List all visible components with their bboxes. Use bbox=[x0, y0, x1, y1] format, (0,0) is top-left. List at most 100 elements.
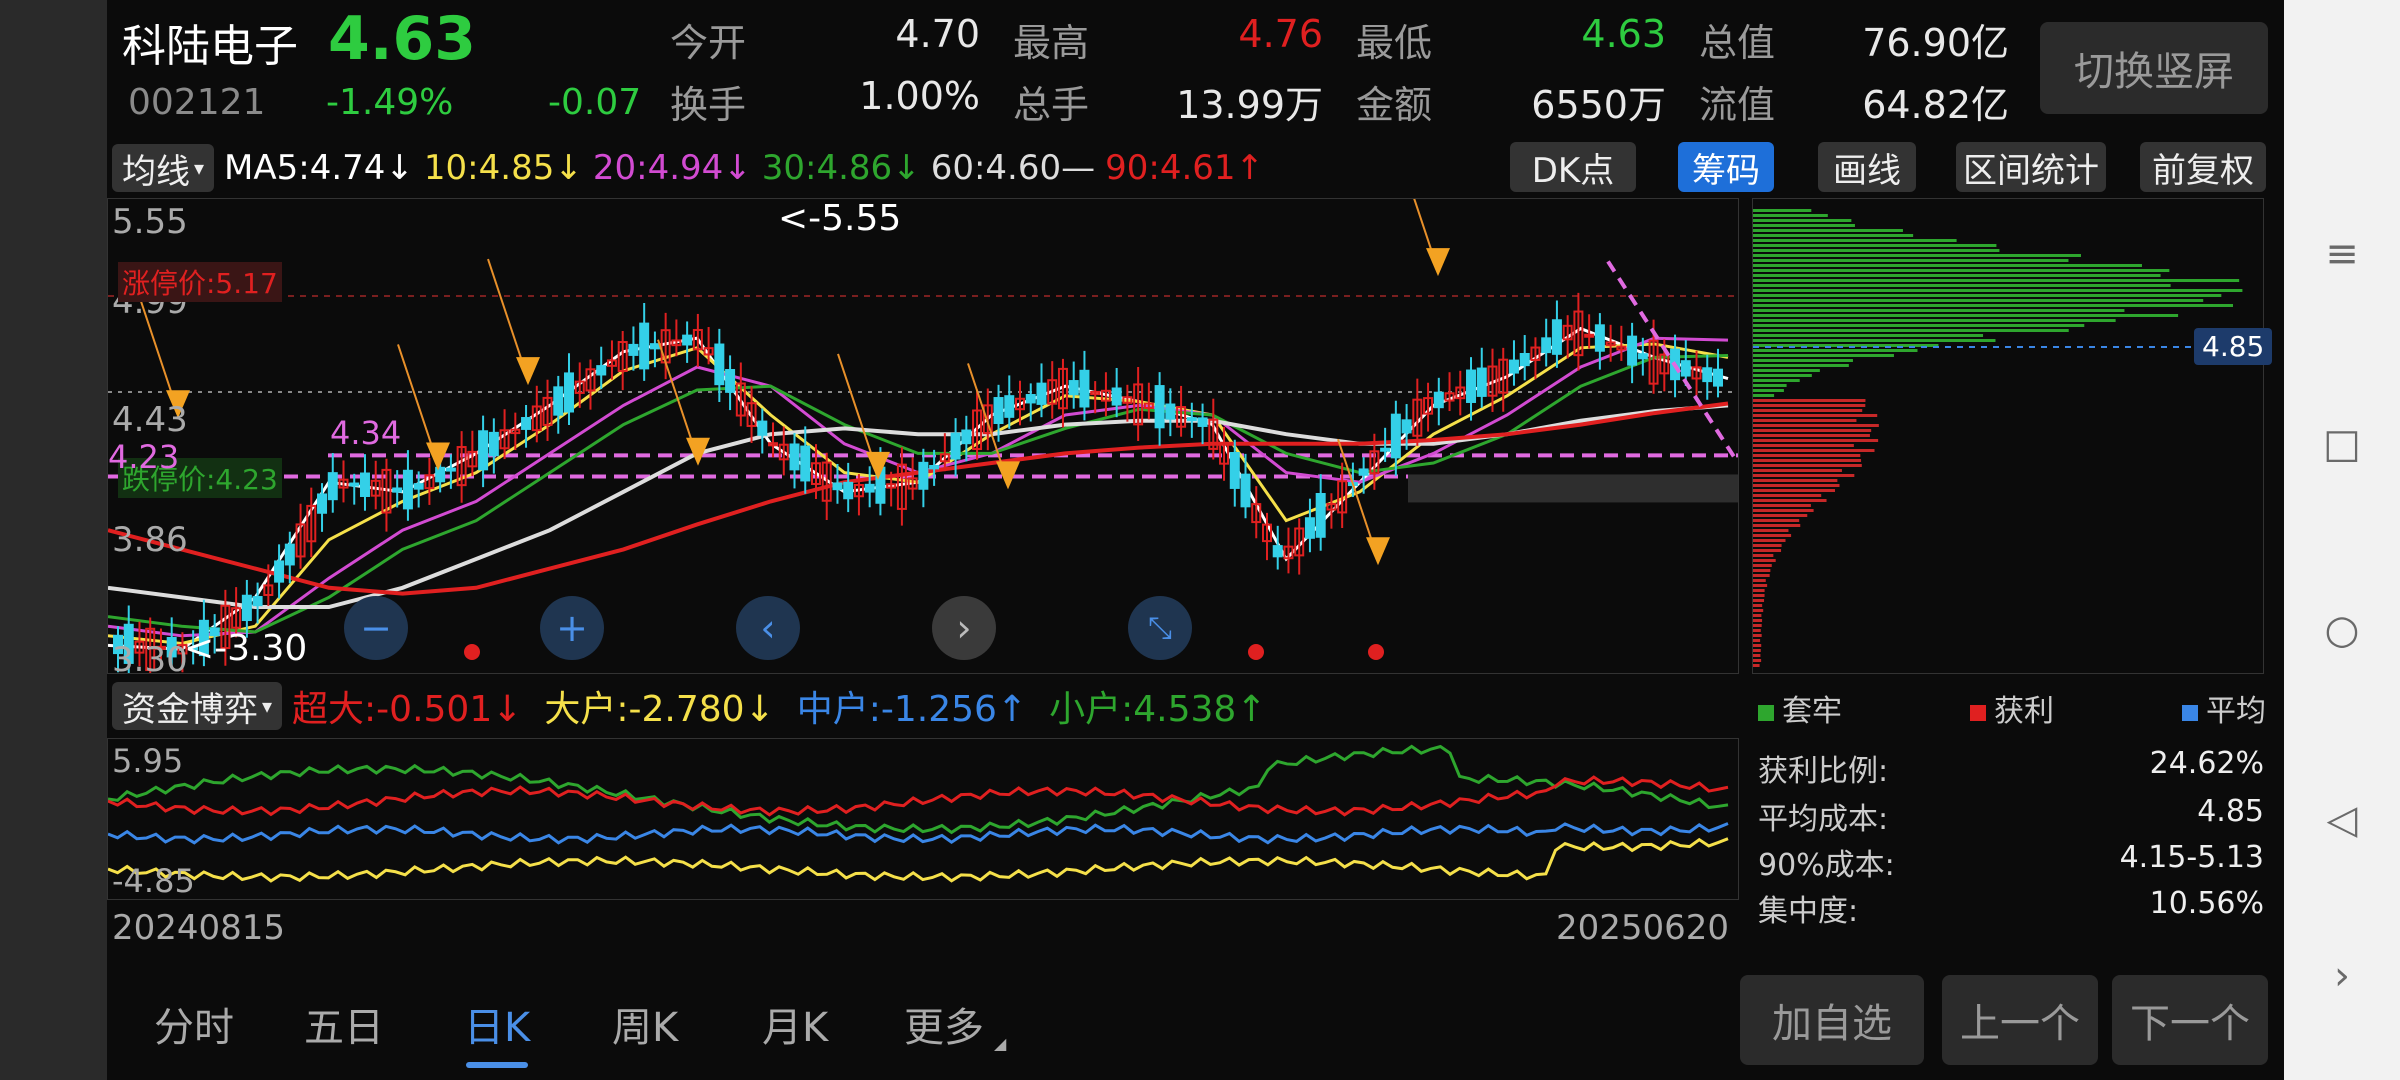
chip-bar bbox=[1753, 304, 2233, 307]
chart-tool-button[interactable]: 画线 bbox=[1818, 142, 1916, 192]
chip-bar bbox=[1753, 574, 1770, 577]
candle-body bbox=[1508, 359, 1519, 374]
chevron-left-icon: ‹ bbox=[760, 606, 776, 650]
ma-value: MA5:4.74↓ bbox=[224, 148, 414, 188]
candle-body bbox=[1068, 380, 1079, 396]
chip-bar bbox=[1753, 639, 1761, 642]
chart-tool-button[interactable]: 筹码 bbox=[1678, 142, 1774, 192]
chip-bar bbox=[1753, 309, 2125, 312]
chip-bar bbox=[1753, 264, 2142, 267]
signal-dot bbox=[464, 644, 480, 660]
date-end: 20250620 bbox=[1556, 908, 1730, 948]
zoom-out-button[interactable]: − bbox=[344, 596, 408, 660]
menu-icon[interactable]: ≡ bbox=[2312, 224, 2372, 284]
limit-up-label: 涨停价:5.17 bbox=[118, 262, 282, 302]
home-icon[interactable]: ○ bbox=[2312, 600, 2372, 660]
chip-bar bbox=[1753, 389, 1784, 392]
tab-daily-k[interactable]: 日K bbox=[464, 995, 530, 1053]
candle-body bbox=[1111, 387, 1122, 406]
scroll-right-button[interactable]: › bbox=[932, 596, 996, 660]
chip-bar bbox=[1753, 634, 1762, 637]
chip-bar bbox=[1753, 359, 1853, 362]
candle-body bbox=[1627, 335, 1638, 366]
date-start: 20240815 bbox=[112, 908, 286, 948]
fund-y-bottom: -4.85 bbox=[112, 862, 195, 900]
candle-body bbox=[1154, 385, 1165, 429]
chip-bar bbox=[1753, 569, 1771, 572]
stat-label: 集中度: bbox=[1758, 894, 1859, 929]
chip-bar bbox=[1753, 224, 1855, 227]
chip-bar bbox=[1753, 559, 1776, 562]
zoom-in-button[interactable]: + bbox=[540, 596, 604, 660]
candle-body bbox=[596, 365, 607, 376]
scroll-left-button[interactable]: ‹ bbox=[736, 596, 800, 660]
candle-body bbox=[1272, 545, 1283, 558]
candle-body bbox=[682, 334, 693, 346]
add-watchlist-button[interactable]: 加自选 bbox=[1740, 975, 1924, 1065]
chip-bar bbox=[1753, 209, 1812, 212]
next-stock-button[interactable]: 下一个 bbox=[2112, 975, 2268, 1065]
legend-label-trapped: 套牢 bbox=[1782, 694, 1842, 729]
chip-bar bbox=[1753, 494, 1822, 497]
chip-bar bbox=[1753, 254, 2081, 257]
candle-body bbox=[950, 432, 961, 460]
previous-stock-button[interactable]: 上一个 bbox=[1942, 975, 2098, 1065]
collapse-button[interactable]: ⤡ bbox=[1128, 596, 1192, 660]
collapse-icon: ⤡ bbox=[1148, 610, 1172, 646]
quote-label: 总值 bbox=[1699, 21, 1776, 65]
candle-body bbox=[1304, 517, 1315, 539]
chip-bar bbox=[1753, 609, 1764, 612]
tab-intraday[interactable]: 分时 bbox=[154, 995, 234, 1053]
candle-body bbox=[1476, 367, 1487, 397]
change-amount: -0.07 bbox=[548, 82, 642, 123]
fund-bar: 资金博弈 ▾ 超大:-0.501↓ 大户:-2.780↓ 中户:-1.256↑ 小户:… bbox=[112, 680, 1288, 732]
ma-value: 20:4.94↓ bbox=[592, 148, 752, 188]
chip-bar bbox=[1753, 544, 1782, 547]
chart-tool-button[interactable]: DK点 bbox=[1510, 142, 1636, 192]
chip-bar bbox=[1753, 514, 1808, 517]
chip-bar bbox=[1753, 489, 1835, 492]
line-label-4-23: 4.23 bbox=[108, 438, 180, 476]
candle-body bbox=[628, 343, 639, 356]
tab-five-day[interactable]: 五日 bbox=[304, 995, 384, 1053]
plus-icon: + bbox=[556, 606, 588, 650]
chart-tool-button[interactable]: 区间统计 bbox=[1956, 142, 2106, 192]
chip-bar bbox=[1753, 454, 1861, 457]
chip-bar bbox=[1753, 379, 1800, 382]
candle-body bbox=[918, 461, 929, 490]
fund-line bbox=[107, 775, 1729, 817]
chevron-right-icon[interactable]: › bbox=[2312, 946, 2372, 1006]
chip-bar bbox=[1753, 329, 2069, 332]
chip-bar bbox=[1753, 499, 1827, 502]
tab-more[interactable]: 更多 bbox=[904, 995, 984, 1053]
fund-dropdown[interactable]: 资金博弈 ▾ bbox=[112, 682, 283, 730]
chip-bar bbox=[1753, 549, 1782, 552]
candle-body bbox=[789, 443, 800, 471]
stat-value: 24.62% bbox=[2149, 746, 2264, 781]
tab-monthly-k[interactable]: 月K bbox=[762, 995, 828, 1053]
chevron-down-icon: ▾ bbox=[262, 694, 273, 718]
fund-flow-panel[interactable] bbox=[107, 738, 1739, 900]
candle-body bbox=[1594, 324, 1605, 352]
chip-bar bbox=[1753, 629, 1761, 632]
chip-bar bbox=[1753, 419, 1857, 422]
candle-body bbox=[1025, 394, 1036, 404]
chip-bar bbox=[1753, 374, 1812, 377]
fund-line bbox=[107, 837, 1729, 883]
chart-tool-button[interactable]: 前复权 bbox=[2140, 142, 2266, 192]
switch-portrait-button[interactable]: 切换竖屏 bbox=[2040, 22, 2268, 114]
chip-bar bbox=[1753, 594, 1765, 597]
quote-label: 最低 bbox=[1356, 21, 1433, 65]
candle-body bbox=[1358, 468, 1369, 476]
left-gutter bbox=[0, 0, 107, 1080]
ma-dropdown[interactable]: 均线 ▾ bbox=[112, 144, 215, 192]
system-nav-bar: ≡ □ ○ ◁ › bbox=[2284, 0, 2400, 1080]
ma-value: 10:4.85↓ bbox=[423, 148, 583, 188]
recents-icon[interactable]: □ bbox=[2312, 414, 2372, 474]
tab-weekly-k[interactable]: 周K bbox=[612, 995, 678, 1053]
back-icon[interactable]: ◁ bbox=[2312, 790, 2372, 850]
candle-body bbox=[1315, 492, 1326, 538]
legend-label-profit: 获利 bbox=[1994, 694, 2054, 729]
chip-bar bbox=[1753, 484, 1840, 487]
candle-body bbox=[1380, 447, 1391, 452]
